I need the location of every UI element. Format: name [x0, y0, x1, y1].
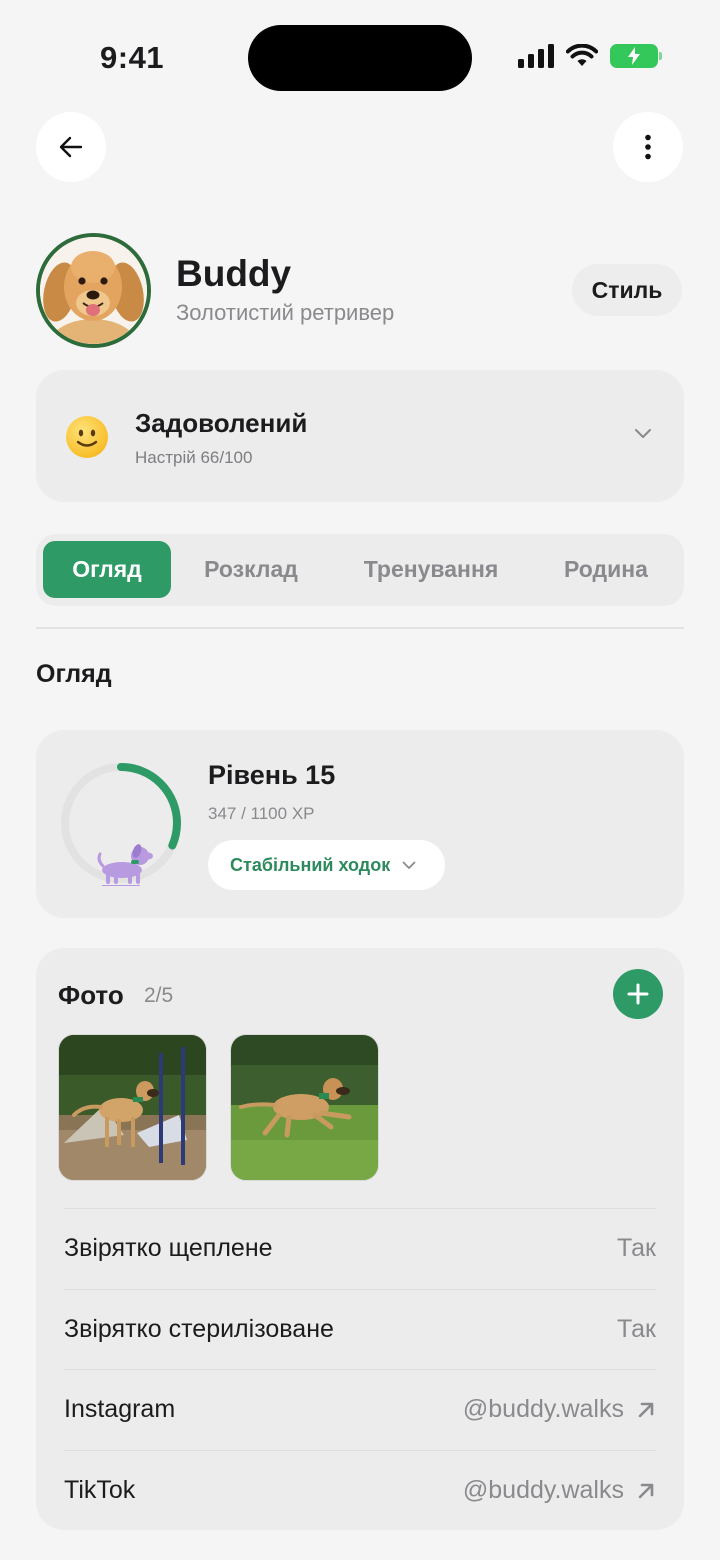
section-title: Огляд [36, 660, 112, 688]
info-value: Так [617, 1315, 656, 1344]
walker-status-dropdown[interactable]: Стабільний ходок [208, 840, 445, 890]
status-bar: 9:41 [0, 0, 720, 110]
arrow-up-right-icon [638, 1402, 654, 1417]
back-button[interactable] [36, 112, 106, 182]
style-button[interactable]: Стиль [572, 264, 682, 316]
info-row-instagram[interactable]: Instagram @buddy.walks [64, 1369, 656, 1449]
chevron-down-icon [635, 429, 651, 438]
tab-overview[interactable]: Огляд [43, 541, 171, 598]
battery-icon [610, 44, 662, 68]
pet-breed: Золотистий ретривер [176, 300, 395, 325]
photo-thumbnail[interactable] [230, 1034, 379, 1181]
dynamic-island [248, 25, 472, 91]
instagram-link[interactable]: @buddy.walks [463, 1395, 656, 1424]
xp-progress-text: 347 / 1100 XP [208, 804, 315, 823]
golden-retriever-avatar-image [40, 237, 147, 344]
status-icons [518, 44, 662, 68]
mood-score: Настрій 66/100 [135, 448, 253, 467]
xp-progress-ring [61, 763, 181, 886]
info-label: Звірятко стерилізоване [64, 1315, 334, 1343]
tab-schedule[interactable]: Розклад [178, 541, 324, 598]
dog-agility-photo [59, 1035, 206, 1180]
chevron-down-icon [402, 861, 416, 869]
pet-avatar[interactable] [36, 233, 151, 348]
level-card: Рівень 15 347 / 1100 XP Стабільний ходок [36, 730, 684, 918]
info-value-text: @buddy.walks [462, 1476, 624, 1504]
dog-running-photo [231, 1035, 378, 1180]
tab-bar: Огляд Розклад Тренування Родина [36, 534, 684, 606]
info-row-tiktok[interactable]: TikTok @buddy.walks [64, 1450, 656, 1530]
photo-thumbnail[interactable] [58, 1034, 207, 1181]
tiktok-link[interactable]: @buddy.walks [463, 1476, 656, 1505]
info-value-text: Так [617, 1234, 656, 1262]
info-label: Звірятко щеплене [64, 1234, 273, 1262]
info-label: Instagram [64, 1395, 176, 1423]
divider [36, 627, 684, 629]
plus-icon [627, 983, 649, 1005]
level-title: Рівень 15 [208, 760, 336, 790]
cellular-signal-icon [518, 44, 554, 68]
slightly-smiling-face-icon [66, 416, 108, 458]
status-time: 9:41 [100, 40, 165, 75]
mood-card[interactable]: Задоволений Настрій 66/100 [36, 370, 684, 502]
photos-card: Фото 2/5 Звірятко щеплене Так Звірятко с… [36, 948, 684, 1530]
info-row-vaccinated: Звірятко щеплене Так [64, 1208, 656, 1288]
pet-name: Buddy [176, 253, 292, 294]
walker-status-label: Стабільний ходок [230, 854, 391, 875]
info-value-text: Так [617, 1315, 656, 1343]
info-label: TikTok [64, 1476, 136, 1504]
arrow-up-right-icon [638, 1483, 654, 1498]
info-row-sterilized: Звірятко стерилізоване Так [64, 1289, 656, 1369]
photos-count: 2/5 [144, 984, 174, 1007]
mood-title: Задоволений [135, 408, 308, 438]
wifi-icon [566, 44, 598, 66]
photos-title: Фото [58, 980, 124, 1010]
tab-training[interactable]: Тренування [336, 541, 526, 598]
arrow-left-icon [59, 136, 83, 158]
add-photo-button[interactable] [613, 969, 663, 1019]
more-vertical-icon [645, 134, 651, 160]
more-options-button[interactable] [613, 112, 683, 182]
info-value-text: @buddy.walks [462, 1395, 624, 1423]
tab-family[interactable]: Родина [536, 541, 676, 598]
info-value: Так [617, 1234, 656, 1263]
